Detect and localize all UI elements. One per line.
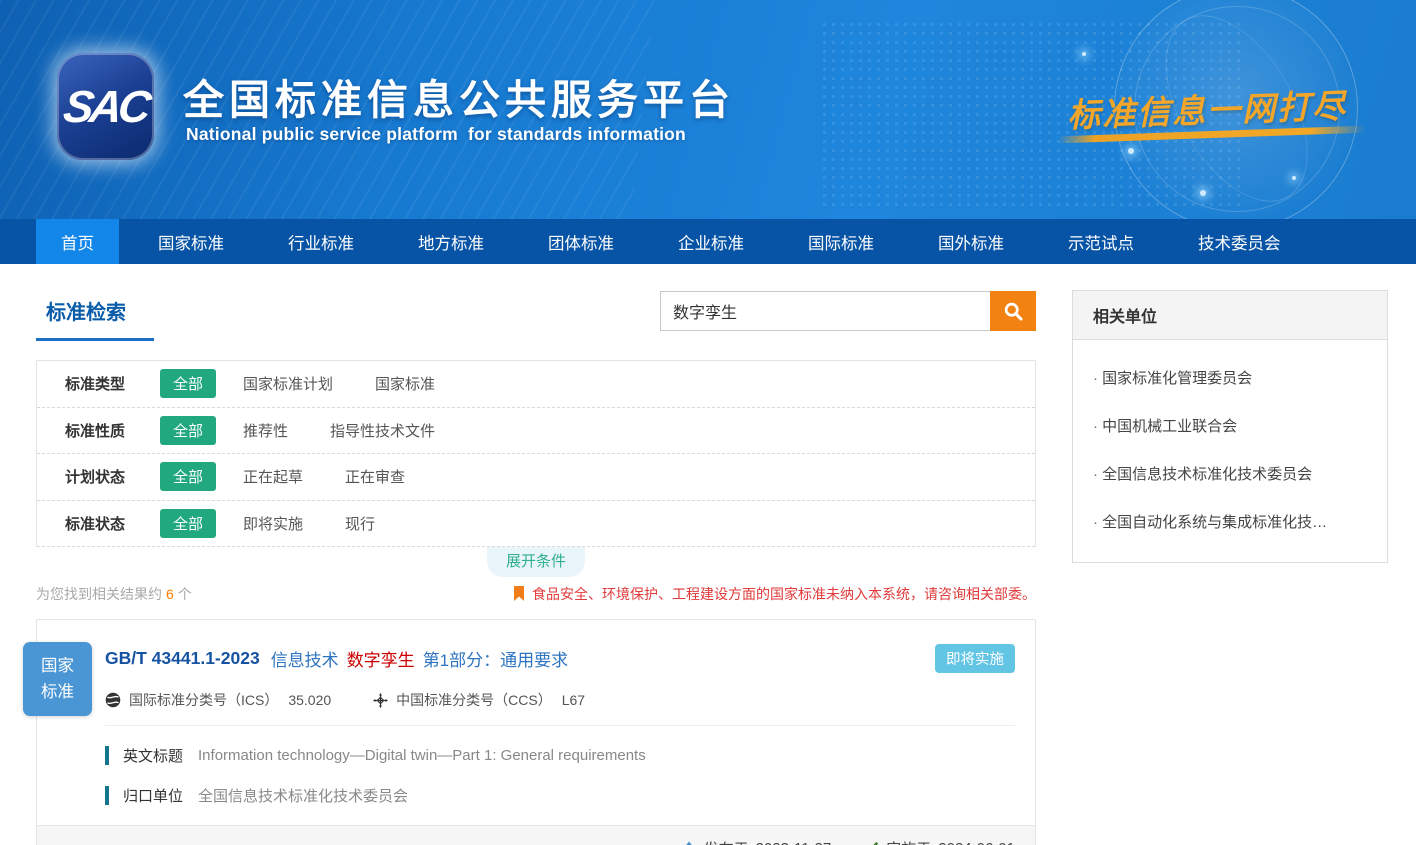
publish-date: 2023-11-27: [756, 840, 832, 845]
standard-title-row: GB/T 43441.1-2023 信息技术 数字孪生 第1部分：通用要求 即将…: [105, 644, 1015, 673]
ccs-label: 中国标准分类号（CCS）: [396, 690, 552, 710]
filter-row-2-all-button[interactable]: 全部: [160, 462, 216, 491]
filter-row-0-all-button[interactable]: 全部: [160, 369, 216, 398]
card-footer: 发布于 2023-11-27 实施于 2024-06-01: [37, 825, 1035, 845]
search-icon: [1003, 301, 1024, 322]
implement-date: 2024-06-01: [938, 840, 1015, 845]
nav-tab-4[interactable]: 团体标准: [523, 219, 639, 264]
dept-label: 归口单位: [123, 785, 183, 806]
results-count-text: 为您找到相关结果约6个: [36, 584, 192, 604]
sparkle-dot: [1200, 190, 1206, 196]
filter-box: 标准类型全部国家标准计划国家标准标准性质全部推荐性指导性技术文件计划状态全部正在…: [36, 360, 1036, 547]
bookmark-icon: [513, 586, 525, 602]
search-button[interactable]: [990, 291, 1036, 331]
related-unit-item-2[interactable]: 全国信息技术标准化技术委员会: [1093, 449, 1367, 497]
filter-row-1-option-1[interactable]: 指导性技术文件: [330, 420, 435, 441]
nav-tab-0[interactable]: 首页: [36, 219, 119, 264]
ics-value: 35.020: [288, 692, 331, 708]
notice-message: 食品安全、环境保护、工程建设方面的国家标准未纳入本系统，请咨询相关部委。: [513, 584, 1036, 604]
filter-row-3: 标准状态全部 即将实施 现行: [37, 501, 1035, 548]
filter-row-2-option-1[interactable]: 正在审查: [345, 466, 405, 487]
results-count: 6: [166, 586, 174, 602]
filter-row-0: 标准类型全部 国家标准计划 国家标准: [37, 361, 1035, 408]
standard-title-part1[interactable]: 信息技术: [271, 646, 339, 671]
dept-row: 归口单位 全国信息技术标准化技术委员会: [105, 785, 1015, 806]
filter-row-2: 计划状态全部 正在起草 正在审查: [37, 454, 1035, 501]
publish-date-item: 发布于 2023-11-27: [681, 838, 832, 845]
section-title-standard-search: 标准检索: [36, 290, 154, 341]
nav-tab-8[interactable]: 示范试点: [1043, 219, 1159, 264]
related-unit-item-3[interactable]: 全国自动化系统与集成标准化技…: [1093, 497, 1367, 545]
site-header: SAC 全国标准信息公共服务平台 National public service…: [0, 0, 1416, 219]
sparkle-dot: [1292, 176, 1296, 180]
sac-logo-text: SAC: [60, 81, 150, 133]
filter-row-1-option-0[interactable]: 推荐性: [243, 420, 288, 441]
filter-row-0-option-1[interactable]: 国家标准: [375, 373, 435, 394]
results-summary-row: 为您找到相关结果约6个 食品安全、环境保护、工程建设方面的国家标准未纳入本系统，…: [36, 584, 1036, 604]
related-units-title: 相关单位: [1073, 291, 1387, 340]
search-group: [660, 291, 1036, 331]
nav-tab-3[interactable]: 地方标准: [393, 219, 509, 264]
english-title-label: 英文标题: [123, 745, 183, 766]
ics-label: 国际标准分类号（ICS）: [129, 690, 278, 710]
main-nav: 首页国家标准行业标准地方标准团体标准企业标准国际标准国外标准示范试点技术委员会: [0, 219, 1416, 264]
related-unit-item-0[interactable]: 国家标准化管理委员会: [1093, 353, 1367, 401]
filter-row-3-option-0[interactable]: 即将实施: [243, 513, 303, 534]
dept-value: 全国信息技术标准化技术委员会: [198, 785, 408, 806]
card-body: GB/T 43441.1-2023 信息技术 数字孪生 第1部分：通用要求 即将…: [37, 620, 1035, 806]
ics-globe-icon: [105, 692, 121, 708]
filter-row-3-all-button[interactable]: 全部: [160, 509, 216, 538]
standard-type-badge[interactable]: 国家 标准: [23, 642, 92, 716]
filter-row-3-option-1[interactable]: 现行: [345, 513, 375, 534]
filter-row-1: 标准性质全部 推荐性 指导性技术文件: [37, 408, 1035, 455]
left-column: 标准检索 标准类型全部国家标准计划国家标准标准性质全部推荐性指导性技术文件计划状…: [36, 290, 1036, 845]
ccs-value: L67: [562, 692, 585, 708]
status-badge: 即将实施: [935, 644, 1015, 673]
implement-date-item: 实施于 2024-06-01: [863, 838, 1015, 845]
filter-row-2-option-0[interactable]: 正在起草: [243, 466, 303, 487]
sparkle-dot: [1128, 148, 1134, 154]
filter-row-0-option-0[interactable]: 国家标准计划: [243, 373, 333, 394]
info-bar: [105, 786, 109, 805]
filter-row-3-label: 标准状态: [65, 513, 160, 534]
standard-title-highlight[interactable]: 数字孪生: [347, 646, 415, 671]
main-content: 标准检索 标准类型全部国家标准计划国家标准标准性质全部推荐性指导性技术文件计划状…: [0, 264, 1416, 845]
english-title-value: Information technology—Digital twin—Part…: [198, 747, 646, 764]
filter-row-2-label: 计划状态: [65, 466, 160, 487]
standard-code-link[interactable]: GB/T 43441.1-2023: [105, 648, 260, 669]
nav-tab-6[interactable]: 国际标准: [783, 219, 899, 264]
related-units-box: 相关单位 国家标准化管理委员会中国机械工业联合会全国信息技术标准化技术委员会全国…: [1072, 290, 1388, 563]
search-section: 标准检索: [36, 290, 1036, 341]
filter-row-0-label: 标准类型: [65, 373, 160, 394]
expand-wrap: 展开条件: [36, 547, 1036, 577]
implement-check-icon: [863, 841, 879, 845]
related-unit-item-1[interactable]: 中国机械工业联合会: [1093, 401, 1367, 449]
filter-row-1-all-button[interactable]: 全部: [160, 416, 216, 445]
classification-row: 国际标准分类号（ICS） 35.020 中国标准分类号（CCS） L67: [105, 690, 1015, 710]
english-title-row: 英文标题 Information technology—Digital twin…: [105, 745, 1015, 766]
expand-conditions-button[interactable]: 展开条件: [487, 547, 585, 577]
nav-tab-5[interactable]: 企业标准: [653, 219, 769, 264]
related-units-list: 国家标准化管理委员会中国机械工业联合会全国信息技术标准化技术委员会全国自动化系统…: [1073, 340, 1387, 562]
nav-tab-9[interactable]: 技术委员会: [1173, 219, 1306, 264]
ccs-compass-icon: [373, 693, 388, 708]
search-input[interactable]: [660, 291, 990, 331]
nav-tab-7[interactable]: 国外标准: [913, 219, 1029, 264]
right-column: 相关单位 国家标准化管理委员会中国机械工业联合会全国信息技术标准化技术委员会全国…: [1072, 290, 1388, 563]
info-bar: [105, 746, 109, 765]
platform-subtitle: National public service platform for sta…: [186, 124, 686, 145]
nav-tab-2[interactable]: 行业标准: [263, 219, 379, 264]
card-divider: [105, 725, 1015, 726]
standard-result-card: 国家 标准 GB/T 43441.1-2023 信息技术 数字孪生 第1部分：通…: [36, 619, 1036, 845]
sparkle-dot: [1082, 52, 1086, 56]
platform-title: 全国标准信息公共服务平台: [183, 66, 735, 126]
nav-tab-1[interactable]: 国家标准: [133, 219, 249, 264]
sac-logo[interactable]: SAC: [57, 53, 154, 160]
filter-row-1-label: 标准性质: [65, 420, 160, 441]
standard-title-part2[interactable]: 第1部分：通用要求: [423, 646, 568, 671]
publish-upload-icon: [681, 841, 697, 845]
